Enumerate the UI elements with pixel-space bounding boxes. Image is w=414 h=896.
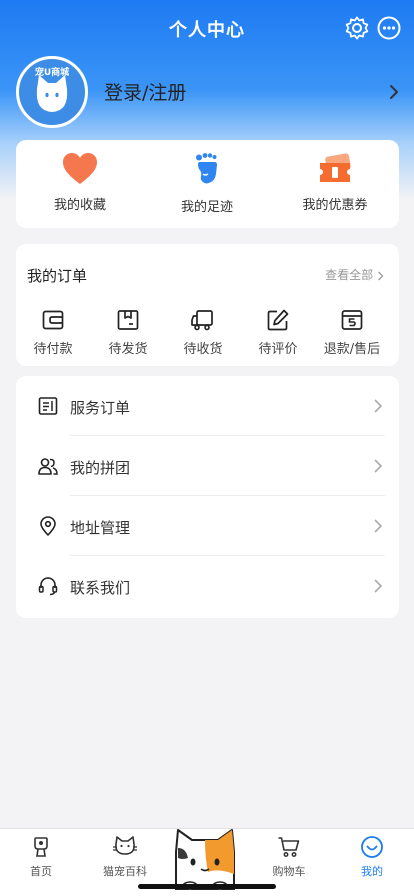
- truck-icon: [191, 310, 213, 331]
- gear-icon[interactable]: [344, 15, 370, 41]
- order-label: 退款/售后: [323, 342, 381, 357]
- smile-icon: [361, 836, 383, 858]
- shortcut-label: 我的收藏: [53, 198, 106, 213]
- login-register-link[interactable]: 登录/注册: [104, 78, 186, 105]
- menu-row-service-orders[interactable]: 服务订单: [16, 376, 399, 436]
- chevron-right-icon: [374, 399, 383, 413]
- menu-label: 地址管理: [70, 519, 131, 537]
- view-all-orders-link[interactable]: 查看全部: [325, 266, 385, 283]
- order-pending-shipment[interactable]: 待发货: [92, 308, 164, 357]
- wallet-icon: [42, 310, 64, 330]
- chevron-right-icon: [374, 579, 383, 593]
- shortcut-card: 我的收藏 我的足迹 我的优惠券: [16, 140, 399, 228]
- order-label: 待评价: [258, 342, 298, 357]
- order-label: 待收货: [183, 342, 223, 357]
- avatar[interactable]: 宠U商城: [16, 56, 88, 128]
- edit-icon: [267, 309, 289, 331]
- shortcut-coupons[interactable]: 我的优惠券: [280, 152, 390, 213]
- menu-row-contact-us[interactable]: 联系我们: [16, 556, 399, 616]
- more-icon[interactable]: [376, 15, 402, 41]
- tab-cart[interactable]: 购物车: [254, 835, 324, 879]
- menu-label: 我的拼团: [70, 459, 131, 477]
- menu-row-group-buy[interactable]: 我的拼团: [16, 436, 399, 496]
- refund-icon: [341, 310, 363, 330]
- view-all-label: 查看全部: [325, 268, 374, 282]
- shortcut-label: 我的足迹: [180, 200, 233, 215]
- service-order-icon: [38, 397, 58, 415]
- tab-cat-encyclopedia[interactable]: 猫宠百科: [90, 835, 160, 879]
- shortcut-favorites[interactable]: 我的收藏: [25, 152, 135, 213]
- package-icon: [117, 310, 139, 330]
- footprint-icon: [196, 153, 217, 184]
- tab-label: 猫宠百科: [103, 865, 147, 878]
- orders-card: 我的订单 查看全部 待付款 待发货 待收货 待评价 退款/售后: [16, 244, 399, 366]
- chevron-right-icon: [374, 519, 383, 533]
- tab-mine[interactable]: 我的: [337, 835, 407, 879]
- menu-label: 服务订单: [70, 399, 131, 417]
- order-refund-aftersale[interactable]: 退款/售后: [316, 308, 388, 357]
- shortcut-label: 我的优惠券: [302, 198, 368, 213]
- menu-label: 联系我们: [70, 579, 131, 597]
- headset-icon: [38, 577, 58, 596]
- menu-row-address[interactable]: 地址管理: [16, 496, 399, 556]
- tab-home[interactable]: 首页: [6, 835, 76, 879]
- home-pet-icon: [34, 837, 48, 857]
- order-pending-payment[interactable]: 待付款: [17, 308, 89, 357]
- order-label: 待付款: [33, 342, 73, 357]
- chevron-right-icon: [378, 271, 384, 280]
- group-buy-icon: [38, 458, 58, 475]
- tab-label: 购物车: [272, 865, 306, 878]
- coupon-icon: [320, 153, 351, 182]
- cat-mascot-icon[interactable]: [168, 824, 242, 890]
- cat-icon: [113, 836, 137, 855]
- order-pending-receipt[interactable]: 待收货: [167, 308, 239, 357]
- cat-avatar-icon: [36, 75, 68, 112]
- order-label: 待发货: [108, 342, 148, 357]
- tab-label: 首页: [30, 865, 52, 878]
- home-indicator: [138, 884, 276, 889]
- order-pending-review[interactable]: 待评价: [242, 308, 314, 357]
- chevron-right-icon[interactable]: [386, 84, 402, 100]
- orders-title: 我的订单: [27, 267, 88, 285]
- heart-icon: [63, 153, 97, 184]
- location-icon: [40, 516, 56, 536]
- menu-card: 服务订单 我的拼团 地址管理 联系我们: [16, 376, 399, 618]
- tab-label: 我的: [361, 865, 383, 878]
- chevron-right-icon: [374, 459, 383, 473]
- shortcut-footprints[interactable]: 我的足迹: [152, 152, 262, 215]
- cart-icon: [278, 837, 300, 857]
